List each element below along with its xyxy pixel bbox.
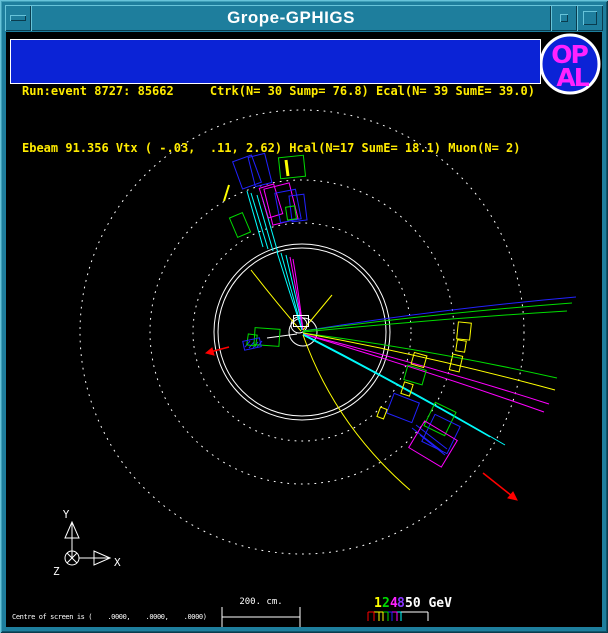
opal-logo: OP AL	[541, 35, 599, 93]
calo-box[interactable]	[457, 322, 472, 340]
status-text: Centre of screen is ( .0000, .0000, .000…	[12, 613, 207, 621]
y-axis-label: Y	[63, 508, 70, 521]
particle-track[interactable]	[303, 334, 544, 412]
particle-tracks	[251, 252, 576, 490]
event-lines	[224, 160, 447, 455]
calo-box[interactable]	[377, 407, 387, 419]
x-axis-label: X	[114, 556, 121, 569]
muon-arrow-head	[206, 348, 214, 355]
axes-widget	[65, 522, 110, 565]
z-axis-label: Z	[53, 565, 60, 578]
minimize-button[interactable]	[551, 5, 577, 31]
maximize-button[interactable]	[577, 5, 603, 31]
event-line	[412, 428, 443, 452]
app-window: Grope-GPHIGS	[0, 0, 608, 633]
titlebar[interactable]: Grope-GPHIGS	[5, 5, 603, 31]
calo-box[interactable]	[456, 340, 467, 352]
calorimeter-deposits	[229, 153, 471, 467]
event-info-line1: Run:event 8727: 85662 Ctrk(N= 30 Sump= 7…	[22, 82, 540, 101]
legend-entry: 2	[382, 596, 390, 611]
legend-entry: 1	[374, 596, 382, 611]
window-menu-icon	[10, 15, 26, 21]
event-line	[247, 191, 263, 247]
particle-track[interactable]	[303, 335, 490, 437]
minimize-icon	[560, 14, 568, 22]
event-line	[257, 195, 273, 251]
particle-track[interactable]	[303, 334, 549, 404]
event-info-line2: Ebeam 91.356 Vtx ( -.03, .11, 2.62) Hcal…	[22, 139, 540, 158]
calo-box[interactable]	[387, 393, 420, 422]
event-line	[267, 334, 297, 338]
event-info-banner: Run:event 8727: 85662 Ctrk(N= 30 Sump= 7…	[10, 39, 541, 84]
particle-track[interactable]	[303, 333, 555, 390]
legend-energy-comb	[368, 612, 428, 621]
particle-track[interactable]	[303, 311, 567, 332]
calo-box[interactable]	[229, 213, 250, 238]
scale-label: 200. cm.	[239, 597, 282, 607]
legend-entry: 50 GeV	[405, 596, 452, 611]
opal-logo-text-bottom: AL	[556, 63, 589, 92]
scale-bar	[222, 607, 300, 627]
particle-track[interactable]	[303, 303, 572, 331]
window-title: Grope-GPHIGS	[31, 5, 551, 31]
event-line	[251, 193, 268, 249]
muon-arrow[interactable]	[483, 473, 512, 496]
particle-track[interactable]	[303, 295, 332, 330]
maximize-icon	[583, 11, 597, 25]
window-menu-button[interactable]	[5, 5, 31, 31]
legend-entry: 8	[397, 596, 405, 611]
event-display-area: Y X Z 200. cm. 1 2 4 8 50 GeV OP AL	[6, 32, 602, 627]
